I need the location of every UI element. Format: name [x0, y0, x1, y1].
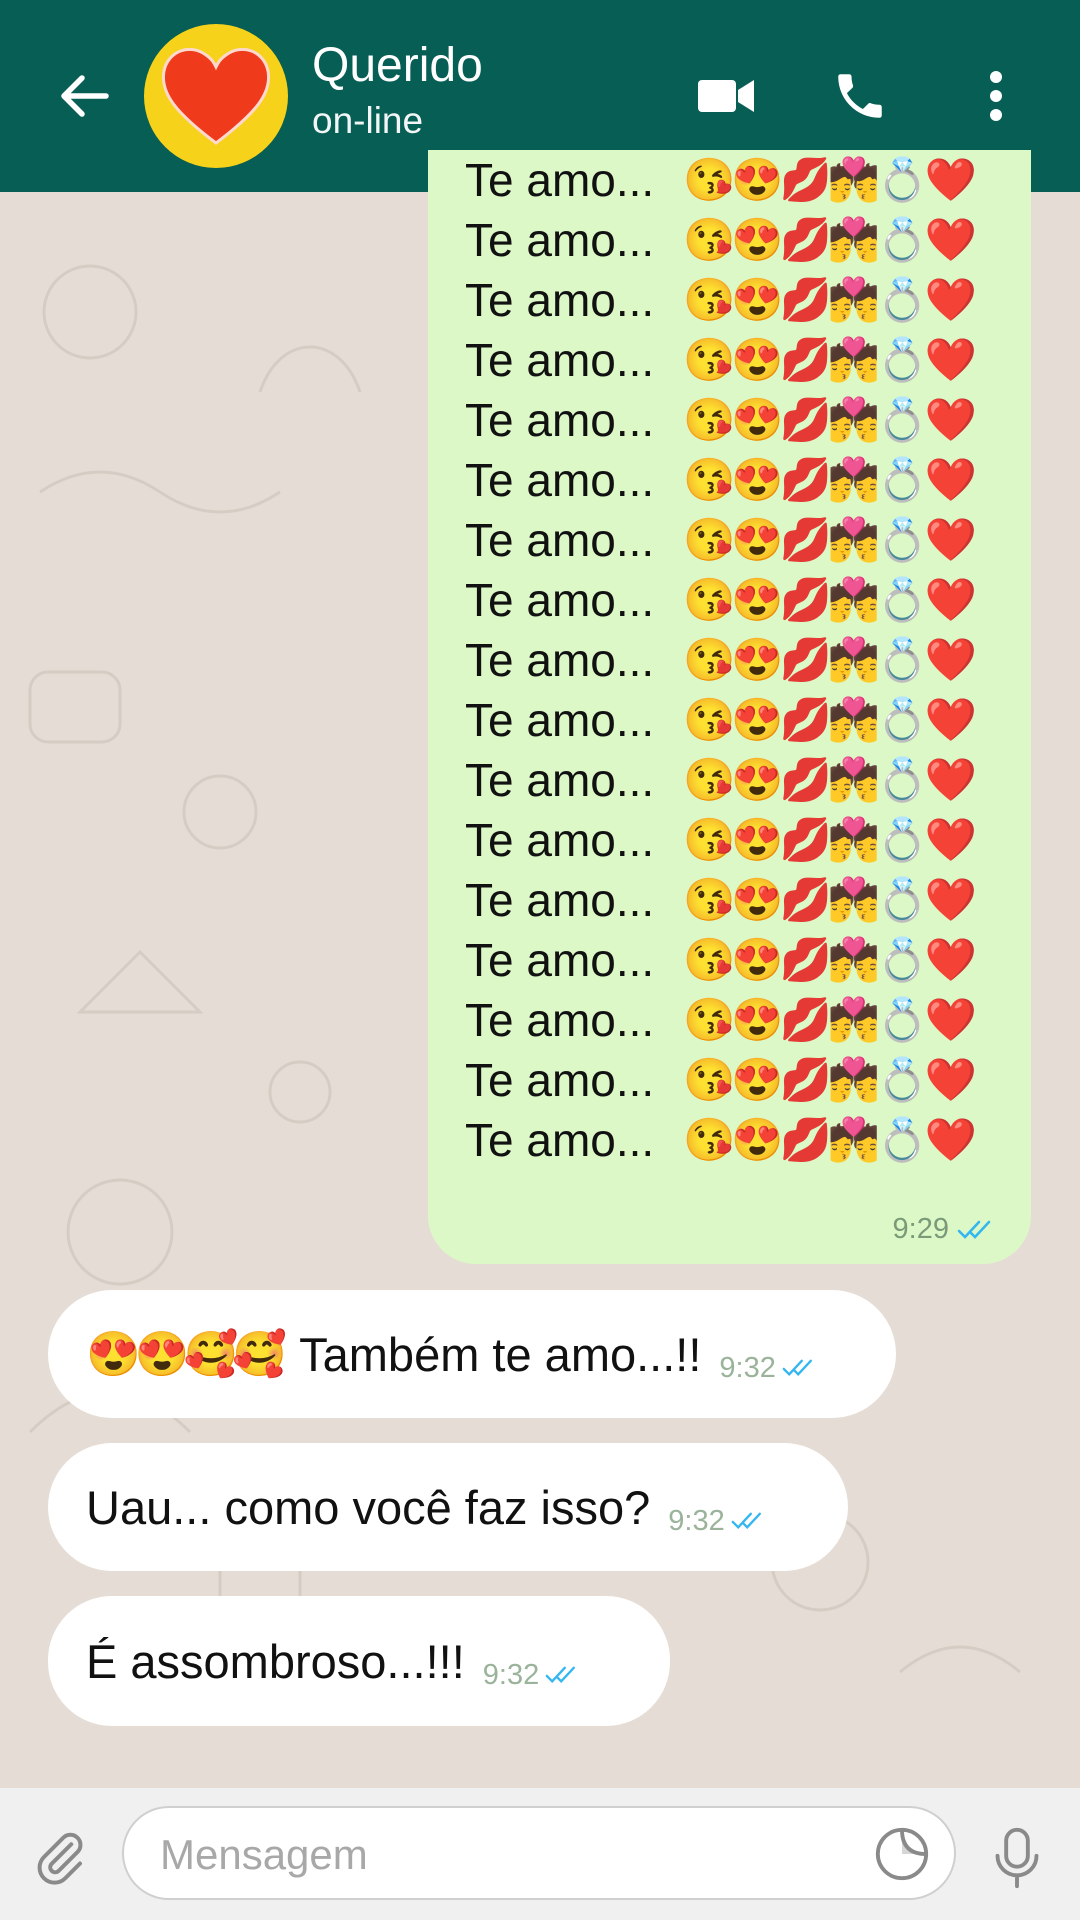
message-line: Te amo... 😘😍💋💏💍❤️: [465, 390, 977, 450]
message-meta: 9:32: [483, 1659, 581, 1692]
more-options-icon[interactable]: [960, 60, 1032, 132]
message-meta: 9:32: [719, 1352, 817, 1385]
contact-status: on-line: [312, 100, 424, 141]
video-call-icon[interactable]: [690, 60, 762, 132]
message-line: Te amo... 😘😍💋💏💍❤️: [465, 810, 977, 870]
message-line-text: Te amo...: [465, 334, 655, 386]
message-line: Te amo... 😘😍💋💏💍❤️: [465, 150, 977, 210]
message-time: 9:32: [482, 1658, 540, 1691]
message-line: Te amo... 😘😍💋💏💍❤️: [465, 990, 977, 1050]
message-time: 9:32: [719, 1351, 776, 1384]
message-line-text: Te amo...: [465, 994, 655, 1046]
message-line-text: Te amo...: [465, 694, 655, 746]
attach-icon[interactable]: [24, 1822, 96, 1894]
message-line: Te amo... 😘😍💋💏💍❤️: [465, 930, 977, 990]
message-line: Te amo... 😘😍💋💏💍❤️: [465, 270, 977, 330]
message-input[interactable]: [158, 1826, 822, 1884]
read-receipt-icon: [957, 1220, 991, 1239]
message-line: Te amo... 😘😍💋💏💍❤️: [465, 1050, 977, 1110]
message-line: Te amo... 😘😍💋💏💍❤️: [465, 750, 977, 810]
message-line-emoji: 😘😍💋💏💍❤️: [683, 635, 977, 683]
message-line-emoji: 😘😍💋💏💍❤️: [683, 515, 977, 563]
message-meta: 9:32: [668, 1505, 766, 1538]
message-line-emoji: 😘😍💋💏💍❤️: [683, 455, 977, 503]
message-line: Te amo... 😘😍💋💏💍❤️: [465, 690, 977, 750]
message-line: Te amo... 😘😍💋💏💍❤️: [465, 210, 977, 270]
mic-icon[interactable]: [978, 1822, 1056, 1894]
message-line: Te amo... 😘😍💋💏💍❤️: [465, 450, 977, 510]
message-line: Te amo... 😘😍💋💏💍❤️: [465, 330, 977, 390]
message-text: Uau... como você faz isso?: [86, 1480, 651, 1534]
message-line: Te amo... 😘😍💋💏💍❤️: [465, 570, 977, 630]
back-arrow-icon[interactable]: [48, 66, 120, 126]
message-line-text: Te amo...: [465, 814, 655, 866]
message-line-emoji: 😘😍💋💏💍❤️: [683, 815, 977, 863]
message-composer: [0, 1788, 1080, 1920]
message-line-text: Te amo...: [465, 874, 655, 926]
message-line: Te amo... 😘😍💋💏💍❤️: [465, 510, 977, 570]
message-meta: 9:29: [893, 1213, 997, 1246]
read-receipt-icon: [545, 1666, 576, 1683]
message-text: É assombroso...!!!: [86, 1634, 465, 1688]
message-line-emoji: 😘😍💋💏💍❤️: [683, 275, 977, 323]
message-line-emoji: 😘😍💋💏💍❤️: [683, 155, 977, 203]
message-line-text: Te amo...: [465, 574, 655, 626]
message-line-emoji: 😘😍💋💏💍❤️: [683, 215, 977, 263]
contact-info[interactable]: Querido on-line: [312, 36, 483, 146]
message-time: 9:32: [668, 1504, 725, 1537]
outgoing-message-text: Te amo... 😘😍💋💏💍❤️ Te amo... 😘😍💋💏💍❤️ Te amo..…: [465, 150, 977, 1170]
message-line: Te amo... 😘😍💋💏💍❤️: [465, 870, 977, 930]
message-input-container[interactable]: [122, 1806, 956, 1900]
message-line-text: Te amo...: [465, 214, 655, 266]
message-line-emoji: 😘😍💋💏💍❤️: [683, 575, 977, 623]
message-line-emoji: 😘😍💋💏💍❤️: [683, 875, 977, 923]
read-receipt-icon: [782, 1359, 812, 1376]
message-line-text: Te amo...: [465, 934, 655, 986]
message-line-text: Te amo...: [465, 154, 655, 206]
message-line-emoji: 😘😍💋💏💍❤️: [683, 695, 977, 743]
message-line-text: Te amo...: [465, 1054, 655, 1106]
message-line-emoji: 😘😍💋💏💍❤️: [683, 1115, 977, 1163]
message-time: 9:29: [892, 1213, 949, 1245]
message-line-emoji: 😘😍💋💏💍❤️: [683, 395, 977, 443]
message-line-emoji: 😘😍💋💏💍❤️: [683, 1055, 977, 1103]
contact-name: Querido: [312, 39, 483, 92]
message-line-text: Te amo...: [465, 454, 655, 506]
voice-call-icon[interactable]: [824, 60, 896, 132]
message-text: Também te amo...!!: [299, 1327, 702, 1381]
message-line-text: Te amo...: [465, 394, 655, 446]
message-line: Te amo... 😘😍💋💏💍❤️: [465, 630, 977, 690]
incoming-message-bubble[interactable]: 😍😍🥰🥰 Também te amo...!! 9:32: [48, 1290, 896, 1418]
avatar[interactable]: [144, 24, 288, 168]
sticker-icon[interactable]: [866, 1818, 938, 1890]
message-emoji: 😍😍🥰🥰: [86, 1330, 287, 1379]
message-line-emoji: 😘😍💋💏💍❤️: [683, 995, 977, 1043]
message-line-text: Te amo...: [465, 754, 655, 806]
message-line: Te amo... 😘😍💋💏💍❤️: [465, 1110, 977, 1170]
incoming-message-bubble[interactable]: É assombroso...!!! 9:32: [48, 1596, 670, 1726]
message-line-text: Te amo...: [465, 514, 655, 566]
read-receipt-icon: [731, 1512, 761, 1529]
message-line-text: Te amo...: [465, 274, 655, 326]
incoming-message-bubble[interactable]: Uau... como você faz isso? 9:32: [48, 1443, 848, 1571]
message-line-text: Te amo...: [465, 634, 655, 686]
message-line-emoji: 😘😍💋💏💍❤️: [683, 935, 977, 983]
message-line-emoji: 😘😍💋💏💍❤️: [683, 755, 977, 803]
outgoing-message-bubble[interactable]: Te amo... 😘😍💋💏💍❤️ Te amo... 😘😍💋💏💍❤️ Te amo..…: [428, 150, 1031, 1264]
message-line-text: Te amo...: [465, 1114, 655, 1166]
message-line-emoji: 😘😍💋💏💍❤️: [683, 335, 977, 383]
